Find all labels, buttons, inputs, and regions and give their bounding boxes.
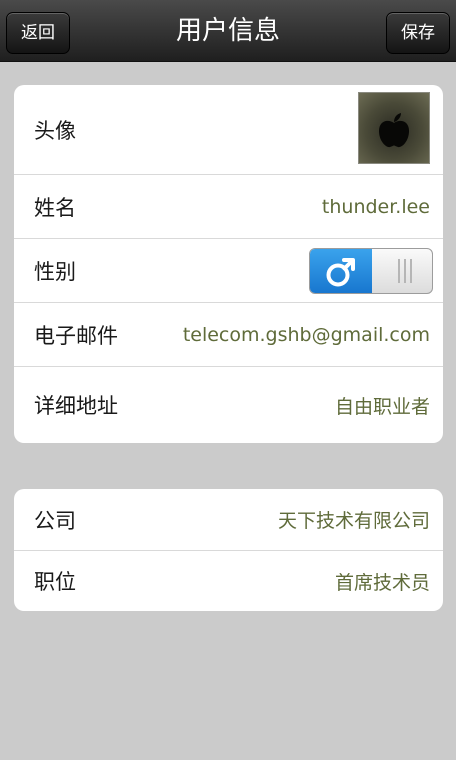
gender-label: 性别 xyxy=(34,259,76,284)
save-button[interactable]: 保存 xyxy=(386,12,450,54)
work-group: 公司 天下技术有限公司 职位 首席技术员 xyxy=(14,489,443,611)
gender-option-male[interactable] xyxy=(310,249,372,293)
email-row[interactable]: 电子邮件 telecom.gshb@gmail.com xyxy=(14,302,443,366)
company-row[interactable]: 公司 天下技术有限公司 xyxy=(14,489,443,550)
gender-toggle[interactable] xyxy=(309,248,433,294)
company-label: 公司 xyxy=(34,508,76,533)
name-row[interactable]: 姓名 thunder.lee xyxy=(14,174,443,238)
navigation-bar: 返回 用户信息 保存 xyxy=(0,0,456,62)
male-symbol-icon xyxy=(326,258,355,287)
company-value: 天下技术有限公司 xyxy=(277,510,430,532)
position-row[interactable]: 职位 首席技术员 xyxy=(14,550,443,611)
email-value: telecom.gshb@gmail.com xyxy=(182,323,430,346)
gender-row: 性别 xyxy=(14,238,443,302)
avatar-label: 头像 xyxy=(34,118,76,143)
address-value: 自由职业者 xyxy=(334,395,430,418)
apple-logo-icon xyxy=(379,113,409,148)
address-row[interactable]: 详细地址 自由职业者 xyxy=(14,366,443,443)
avatar-row[interactable]: 头像 xyxy=(14,85,443,174)
profile-group: 头像 姓名 thunder.lee 性别 电子邮件 telecom.gshb@g… xyxy=(14,85,443,443)
avatar[interactable] xyxy=(358,92,430,164)
name-label: 姓名 xyxy=(34,195,76,220)
address-label: 详细地址 xyxy=(34,394,118,418)
position-label: 职位 xyxy=(34,570,76,594)
email-label: 电子邮件 xyxy=(34,323,118,348)
name-value: thunder.lee xyxy=(321,195,430,218)
position-value: 首席技术员 xyxy=(334,571,430,594)
grip-lines-icon xyxy=(398,259,412,283)
